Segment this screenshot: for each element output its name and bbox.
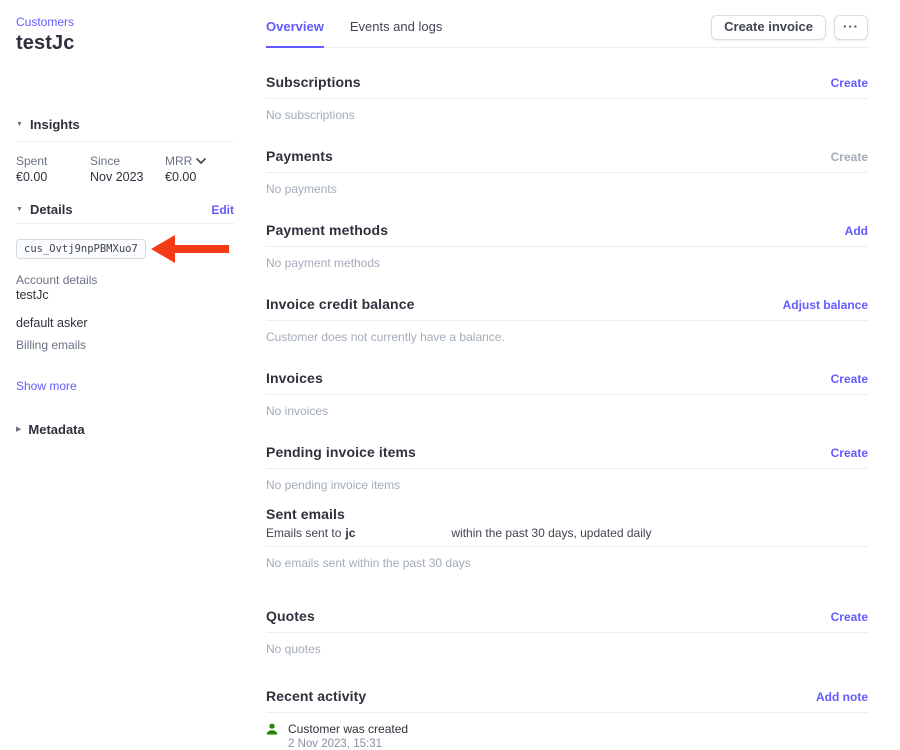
empty-state-text: No payment methods (266, 256, 868, 270)
stat-spent: Spent €0.00 (16, 154, 90, 184)
details-title: Details (30, 202, 73, 217)
section-invoice-credit-balance: Invoice credit balance Adjust balance Cu… (266, 296, 868, 344)
create-subscription-link[interactable]: Create (831, 76, 868, 90)
empty-state-text: No subscriptions (266, 108, 868, 122)
customer-description-value: default asker (16, 316, 234, 330)
edit-details-link[interactable]: Edit (211, 203, 234, 217)
empty-state-text: No invoices (266, 404, 868, 418)
insights-title: Insights (30, 117, 80, 132)
activity-text: Customer was created (288, 722, 408, 736)
stat-mrr-value: €0.00 (165, 170, 206, 184)
section-pending-invoice-items: Pending invoice items Create No pending … (266, 444, 868, 492)
stat-mrr: MRR €0.00 (165, 154, 206, 184)
empty-state-text: No pending invoice items (266, 478, 868, 492)
customer-person-icon (266, 723, 278, 735)
sent-emails-subtitle: Emails sent to jc within the past 30 day… (266, 526, 868, 540)
section-sent-emails: Sent emails Emails sent to jc within the… (266, 506, 868, 570)
divider (16, 141, 234, 142)
stat-spent-label: Spent (16, 154, 90, 168)
tab-bar: Overview Events and logs Create invoice … (266, 0, 868, 48)
adjust-balance-link[interactable]: Adjust balance (783, 298, 868, 312)
tab-overview[interactable]: Overview (266, 19, 324, 48)
tab-events-and-logs[interactable]: Events and logs (350, 19, 443, 48)
create-invoice-link[interactable]: Create (831, 372, 868, 386)
customer-id-row: cus_Ovtj9npPBMXuo7 (16, 233, 234, 265)
section-payments: Payments Create No payments (266, 148, 868, 196)
stat-since: Since Nov 2023 (90, 154, 165, 184)
section-title: Recent activity (266, 688, 366, 704)
insights-stats: Spent €0.00 Since Nov 2023 MRR €0.00 (16, 154, 234, 184)
metadata-title: Metadata (28, 422, 84, 437)
billing-emails-label: Billing emails (16, 338, 234, 352)
divider (266, 468, 868, 469)
divider (266, 172, 868, 173)
section-subscriptions: Subscriptions Create No subscriptions (266, 74, 868, 122)
stat-mrr-label-text: MRR (165, 154, 192, 168)
sent-emails-suffix: within the past 30 days, updated daily (451, 526, 651, 540)
stat-spent-value: €0.00 (16, 170, 90, 184)
add-note-link[interactable]: Add note (816, 690, 868, 704)
show-more-link[interactable]: Show more (16, 379, 234, 393)
create-quote-link[interactable]: Create (831, 610, 868, 624)
expand-triangle-icon: ▶ (16, 426, 21, 433)
create-payment-link[interactable]: Create (831, 150, 868, 164)
divider (266, 394, 868, 395)
section-title: Invoice credit balance (266, 296, 414, 312)
sent-emails-prefix: Emails sent to (266, 526, 341, 540)
section-payment-methods: Payment methods Add No payment methods (266, 222, 868, 270)
empty-state-text: Customer does not currently have a balan… (266, 330, 868, 344)
metadata-section-header[interactable]: ▶ Metadata (16, 422, 234, 437)
section-title: Invoices (266, 370, 323, 386)
empty-state-text: No quotes (266, 642, 868, 656)
divider (266, 546, 868, 547)
account-name-value: testJc (16, 288, 234, 302)
section-title: Subscriptions (266, 74, 361, 90)
stat-mrr-label: MRR (165, 154, 206, 168)
section-title: Payment methods (266, 222, 388, 238)
header-actions: Create invoice ··· (711, 15, 868, 47)
sent-emails-recipient: jc (345, 526, 355, 540)
divider (266, 246, 868, 247)
customer-id-badge[interactable]: cus_Ovtj9npPBMXuo7 (16, 239, 146, 259)
divider (266, 320, 868, 321)
divider (16, 223, 234, 224)
add-payment-method-link[interactable]: Add (845, 224, 868, 238)
section-title: Payments (266, 148, 333, 164)
collapse-triangle-icon: ▼ (16, 121, 23, 128)
section-title: Sent emails (266, 506, 345, 522)
stat-since-value: Nov 2023 (90, 170, 165, 184)
red-arrow-annotation (151, 233, 231, 265)
customer-main-panel: Overview Events and logs Create invoice … (266, 0, 868, 750)
more-options-button[interactable]: ··· (834, 15, 868, 40)
create-invoice-item-link[interactable]: Create (831, 446, 868, 460)
tabs: Overview Events and logs (266, 19, 442, 47)
section-title: Pending invoice items (266, 444, 416, 460)
collapse-triangle-icon: ▼ (16, 206, 23, 213)
breadcrumb-customers[interactable]: Customers (16, 15, 234, 29)
page-title: testJc (16, 32, 234, 55)
chevron-down-icon[interactable] (196, 158, 206, 164)
activity-timestamp: 2 Nov 2023, 15:31 (288, 738, 408, 750)
details-section-header[interactable]: ▼ Details Edit (16, 202, 234, 217)
section-title: Quotes (266, 608, 315, 624)
empty-state-text: No emails sent within the past 30 days (266, 556, 868, 570)
ellipsis-icon: ··· (843, 19, 859, 34)
divider (266, 712, 868, 713)
divider (266, 632, 868, 633)
create-invoice-button[interactable]: Create invoice (711, 15, 826, 40)
empty-state-text: No payments (266, 182, 868, 196)
account-details-label: Account details (16, 273, 234, 287)
activity-item: Customer was created 2 Nov 2023, 15:31 (266, 722, 868, 750)
insights-section-header[interactable]: ▼ Insights (16, 117, 234, 132)
section-recent-activity: Recent activity Add note Customer was cr… (266, 688, 868, 750)
section-invoices: Invoices Create No invoices (266, 370, 868, 418)
activity-body: Customer was created 2 Nov 2023, 15:31 (288, 722, 408, 750)
redacted-email-gap (355, 526, 451, 540)
divider (266, 98, 868, 99)
section-quotes: Quotes Create No quotes (266, 608, 868, 656)
customer-sidebar: Customers testJc ▼ Insights Spent €0.00 … (0, 0, 250, 437)
stat-since-label: Since (90, 154, 165, 168)
